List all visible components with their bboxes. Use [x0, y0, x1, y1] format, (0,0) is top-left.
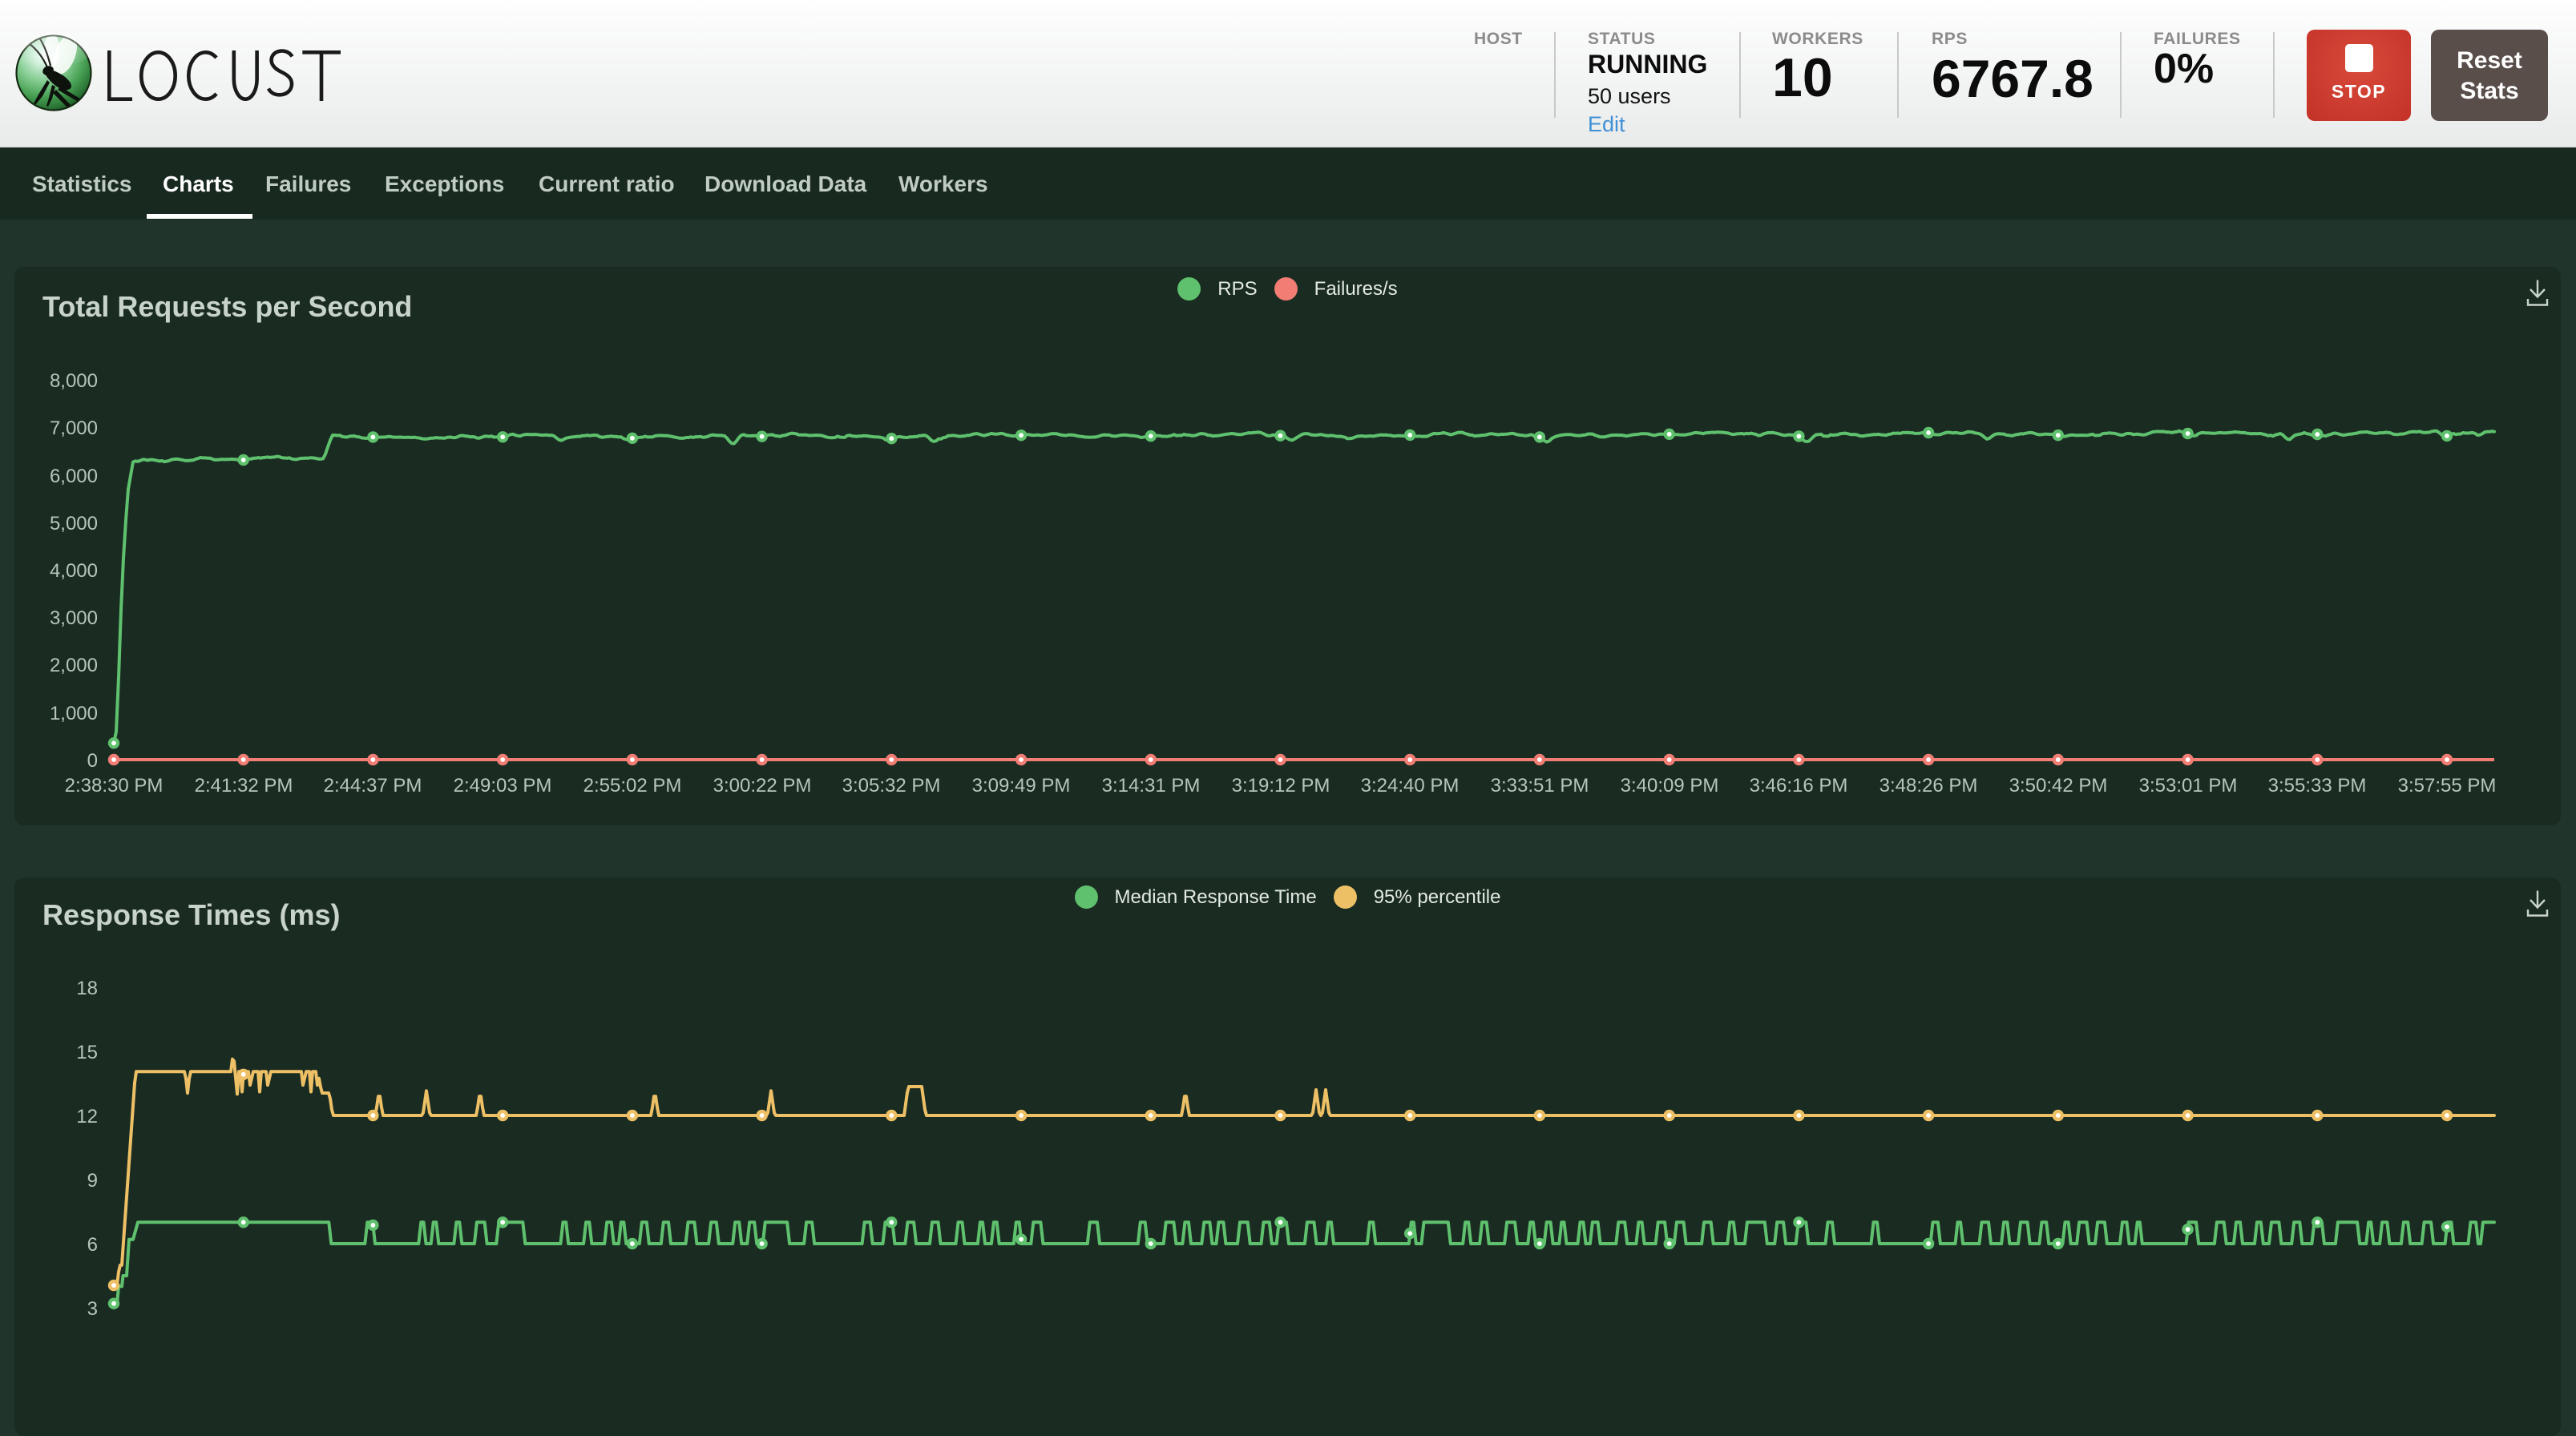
svg-text:3:14:31 PM: 3:14:31 PM	[1102, 775, 1201, 797]
svg-text:3,000: 3,000	[50, 607, 98, 629]
svg-text:0: 0	[87, 750, 98, 772]
svg-text:3:53:01 PM: 3:53:01 PM	[2139, 775, 2238, 797]
svg-text:6,000: 6,000	[50, 466, 98, 487]
svg-text:2,000: 2,000	[50, 655, 98, 676]
svg-text:1,000: 1,000	[50, 703, 98, 724]
svg-text:9: 9	[87, 1170, 98, 1192]
svg-text:2:44:37 PM: 2:44:37 PM	[324, 775, 422, 797]
svg-text:2:49:03 PM: 2:49:03 PM	[454, 775, 552, 797]
svg-text:3:40:09 PM: 3:40:09 PM	[1621, 775, 1719, 797]
svg-text:7,000: 7,000	[50, 417, 98, 439]
svg-text:3:09:49 PM: 3:09:49 PM	[972, 775, 1071, 797]
svg-text:2:38:30 PM: 2:38:30 PM	[65, 775, 164, 797]
svg-text:5,000: 5,000	[50, 513, 98, 534]
svg-text:3:33:51 PM: 3:33:51 PM	[1491, 775, 1589, 797]
svg-text:12: 12	[76, 1106, 98, 1127]
svg-text:3:19:12 PM: 3:19:12 PM	[1232, 775, 1330, 797]
svg-text:3:46:16 PM: 3:46:16 PM	[1750, 775, 1848, 797]
svg-text:3:24:40 PM: 3:24:40 PM	[1361, 775, 1460, 797]
svg-text:3:50:42 PM: 3:50:42 PM	[2009, 775, 2108, 797]
svg-text:4,000: 4,000	[50, 560, 98, 582]
svg-text:3: 3	[87, 1298, 98, 1319]
svg-text:2:55:02 PM: 2:55:02 PM	[583, 775, 682, 797]
svg-text:3:48:26 PM: 3:48:26 PM	[1880, 775, 1978, 797]
svg-text:2:41:32 PM: 2:41:32 PM	[195, 775, 293, 797]
svg-text:18: 18	[76, 978, 98, 999]
svg-text:3:05:32 PM: 3:05:32 PM	[842, 775, 941, 797]
svg-text:3:55:33 PM: 3:55:33 PM	[2268, 775, 2367, 797]
svg-text:3:57:55 PM: 3:57:55 PM	[2398, 775, 2497, 797]
svg-text:8,000: 8,000	[50, 370, 98, 392]
svg-text:15: 15	[76, 1042, 98, 1063]
svg-text:6: 6	[87, 1234, 98, 1256]
svg-text:3:00:22 PM: 3:00:22 PM	[713, 775, 812, 797]
